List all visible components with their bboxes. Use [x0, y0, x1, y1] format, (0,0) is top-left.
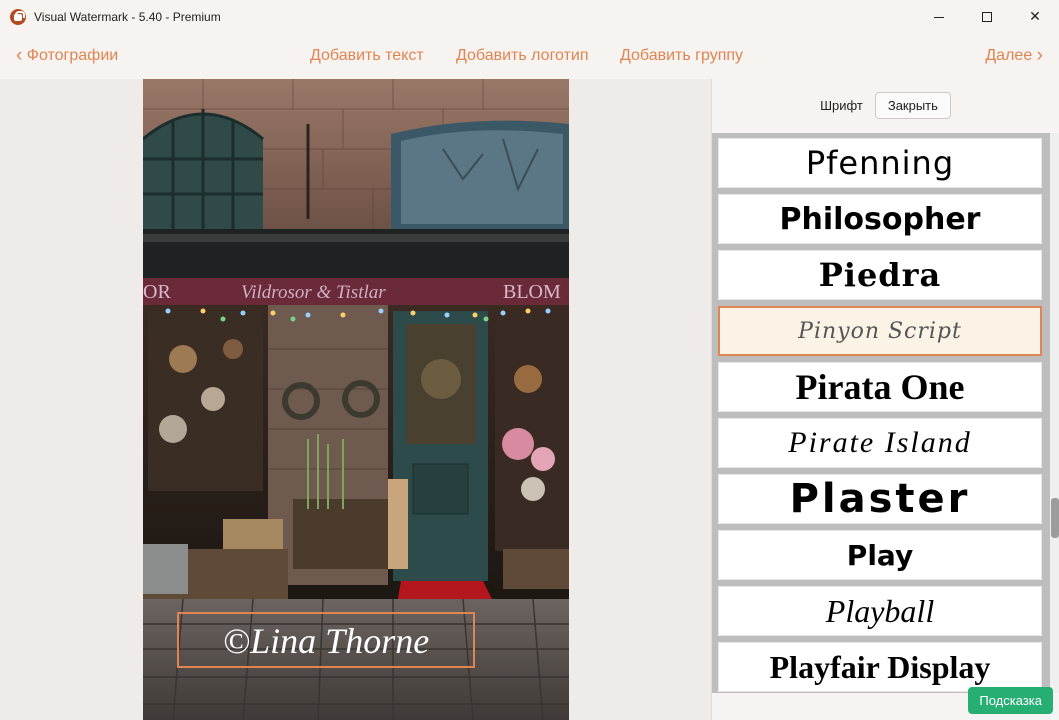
preview-canvas: OR Vildrosor & Tistlar BLOM ©Lina Thorne [0, 79, 711, 720]
font-list-scrollbar[interactable] [1050, 133, 1059, 693]
watermark-text-layer[interactable]: ©Lina Thorne [177, 612, 475, 668]
minimize-icon [934, 16, 944, 18]
chevron-right-icon: › [1036, 45, 1043, 66]
font-item-piedra[interactable]: Piedra [718, 250, 1042, 300]
chevron-left-icon: ‹ [16, 45, 23, 66]
shop-sign-text: Vildrosor & Tistlar [241, 282, 386, 303]
sign-right-text: BLOM [503, 281, 561, 303]
navigation-bar: ‹ Фотографии Добавить текст Добавить лог… [0, 34, 1059, 79]
font-panel: Шрифт Закрыть Pfenning Philosopher Piedr… [711, 79, 1059, 720]
add-group-button[interactable]: Добавить группу [620, 47, 743, 65]
close-window-button[interactable]: ✕ [1011, 0, 1059, 34]
back-label: Фотографии [26, 47, 119, 64]
maximize-icon [982, 12, 992, 22]
font-item-pfenning[interactable]: Pfenning [718, 138, 1042, 188]
window-title: Visual Watermark - 5.40 - Premium [34, 10, 221, 24]
font-panel-header: Шрифт Закрыть [712, 79, 1059, 131]
font-list: Pfenning Philosopher Piedra Pinyon Scrip… [712, 133, 1050, 693]
font-item-pirate-island[interactable]: Pirate Island [718, 418, 1042, 468]
add-logo-button[interactable]: Добавить логотип [456, 47, 589, 65]
scrollbar-thumb[interactable] [1051, 498, 1059, 538]
hint-button[interactable]: Подсказка [968, 687, 1053, 714]
sign-left-text: OR [143, 281, 171, 303]
minimize-button[interactable] [915, 0, 963, 34]
close-font-panel-button[interactable]: Закрыть [874, 91, 951, 119]
font-item-pirata-one[interactable]: Pirata One [718, 362, 1042, 412]
font-label: Шрифт [820, 97, 863, 113]
title-bar: Visual Watermark - 5.40 - Premium ✕ [0, 0, 1059, 34]
font-item-play[interactable]: Play [718, 530, 1042, 580]
maximize-button[interactable] [963, 0, 1011, 34]
app-lock-icon [10, 9, 26, 25]
window-controls: ✕ [915, 0, 1059, 34]
photo-preview: OR Vildrosor & Tistlar BLOM ©Lina Thorne [143, 79, 569, 720]
next-button[interactable]: Далее › [985, 45, 1043, 66]
font-item-plaster[interactable]: Plaster [718, 474, 1042, 524]
add-text-button[interactable]: Добавить текст [310, 47, 424, 65]
close-icon: ✕ [1029, 9, 1041, 25]
font-item-pinyon-script[interactable]: Pinyon Script [718, 306, 1042, 356]
watermark-text: ©Lina Thorne [222, 621, 430, 661]
font-item-playfair-display[interactable]: Playfair Display [718, 642, 1042, 692]
next-label: Далее [985, 47, 1033, 64]
font-item-philosopher[interactable]: Philosopher [718, 194, 1042, 244]
back-to-photos-button[interactable]: ‹ Фотографии [16, 45, 119, 66]
font-item-playball[interactable]: Playball [718, 586, 1042, 636]
